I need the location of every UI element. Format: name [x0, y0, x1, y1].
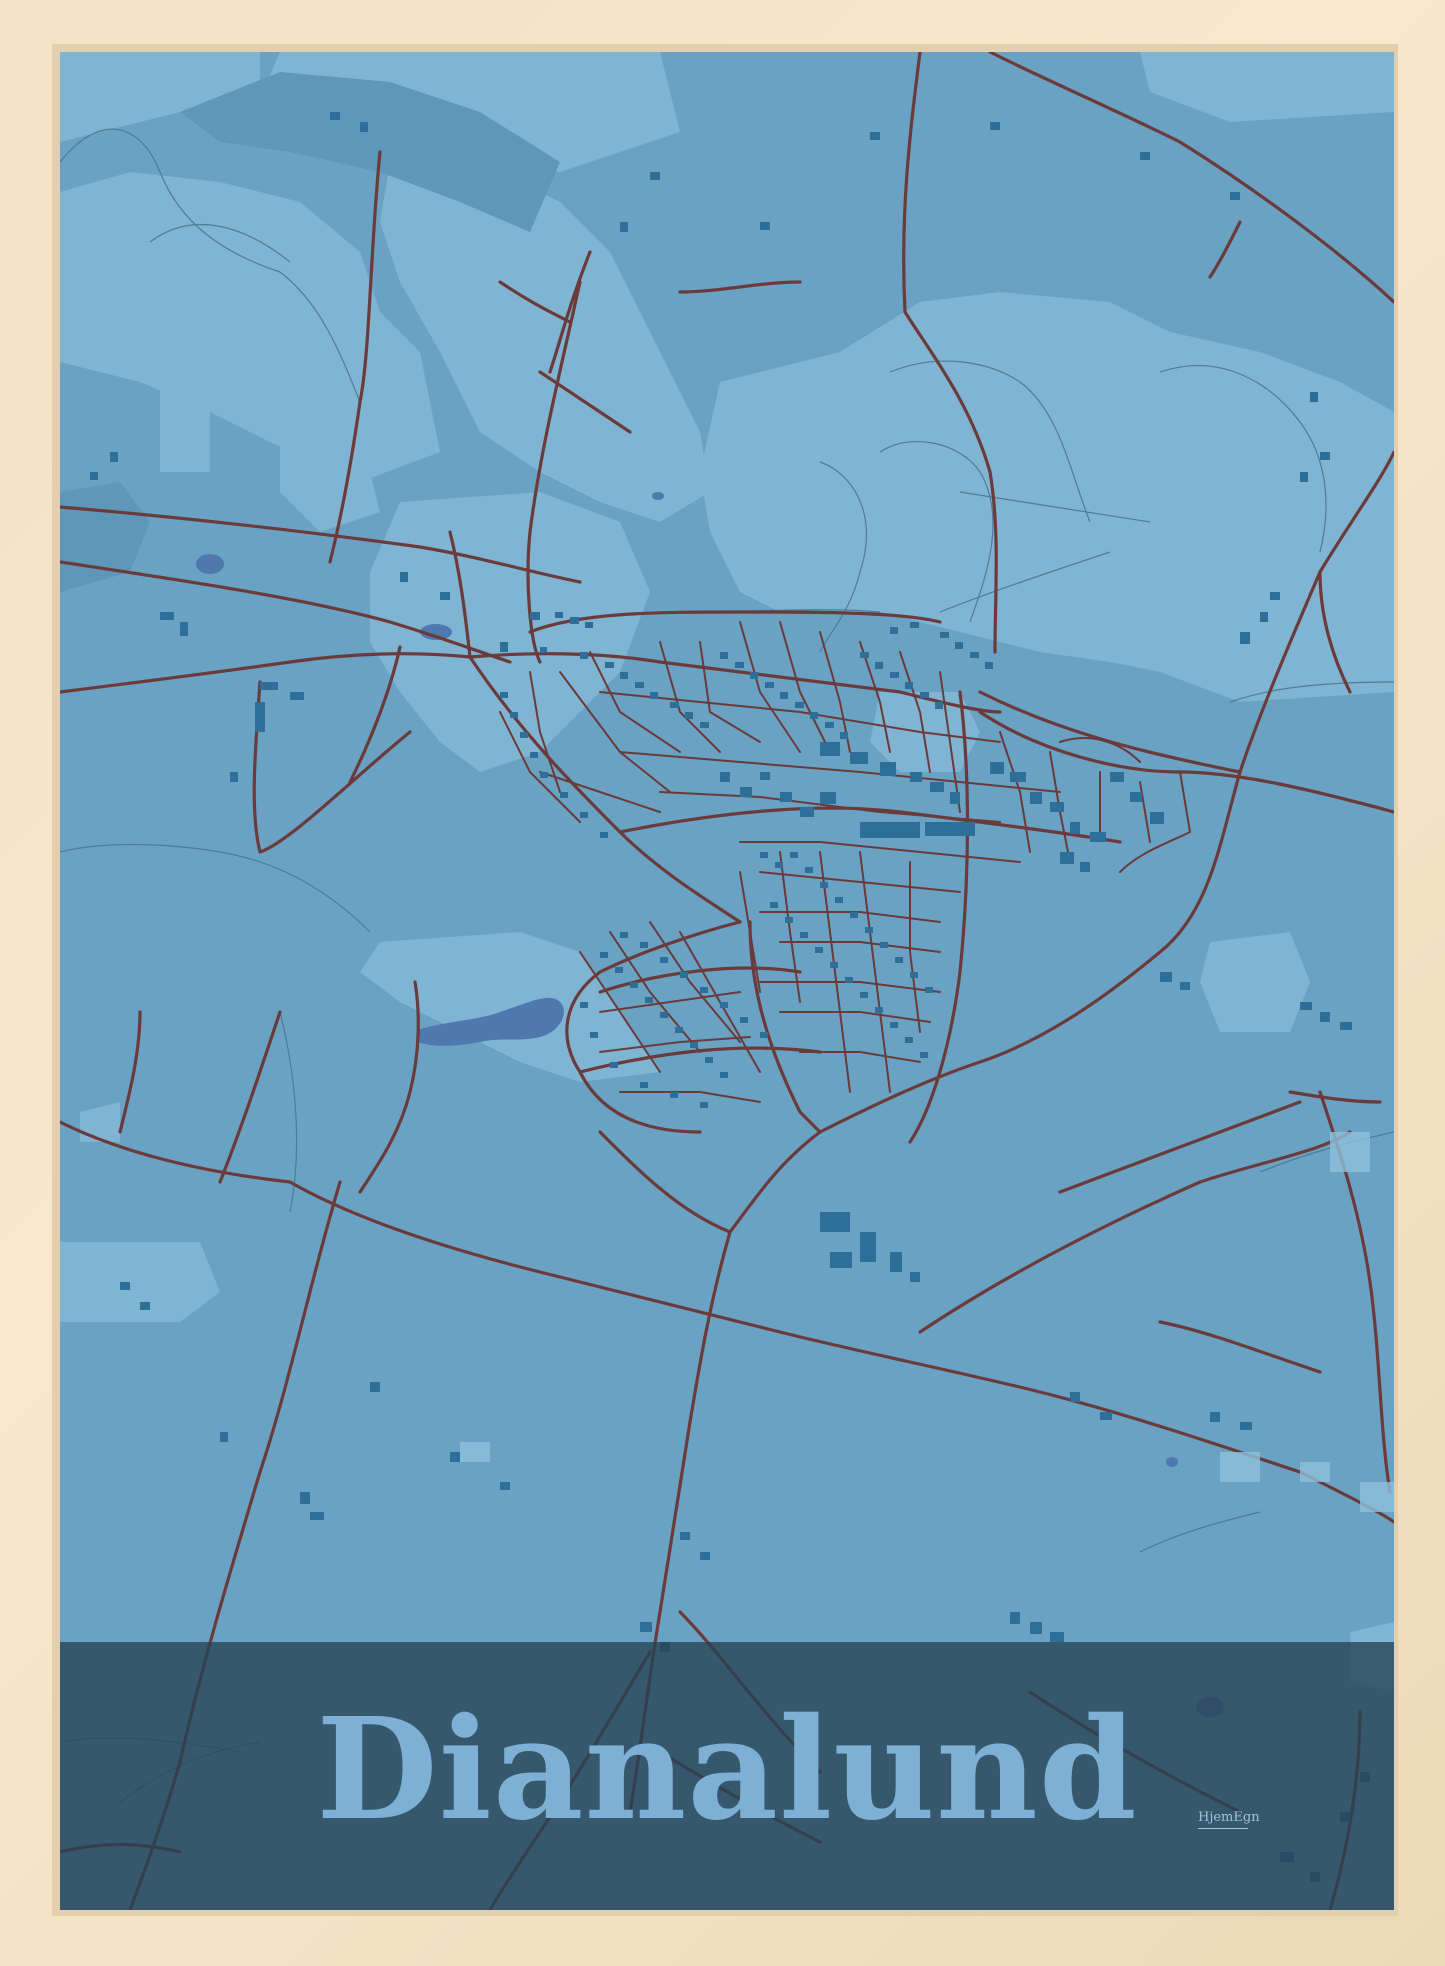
city-title: Dianalund — [316, 1688, 1138, 1852]
brand-logo: HjemEgn — [1198, 1810, 1260, 1825]
brand-underline — [1198, 1828, 1248, 1829]
street-map — [60, 52, 1394, 1910]
map-poster: Dianalund HjemEgn — [60, 52, 1394, 1910]
